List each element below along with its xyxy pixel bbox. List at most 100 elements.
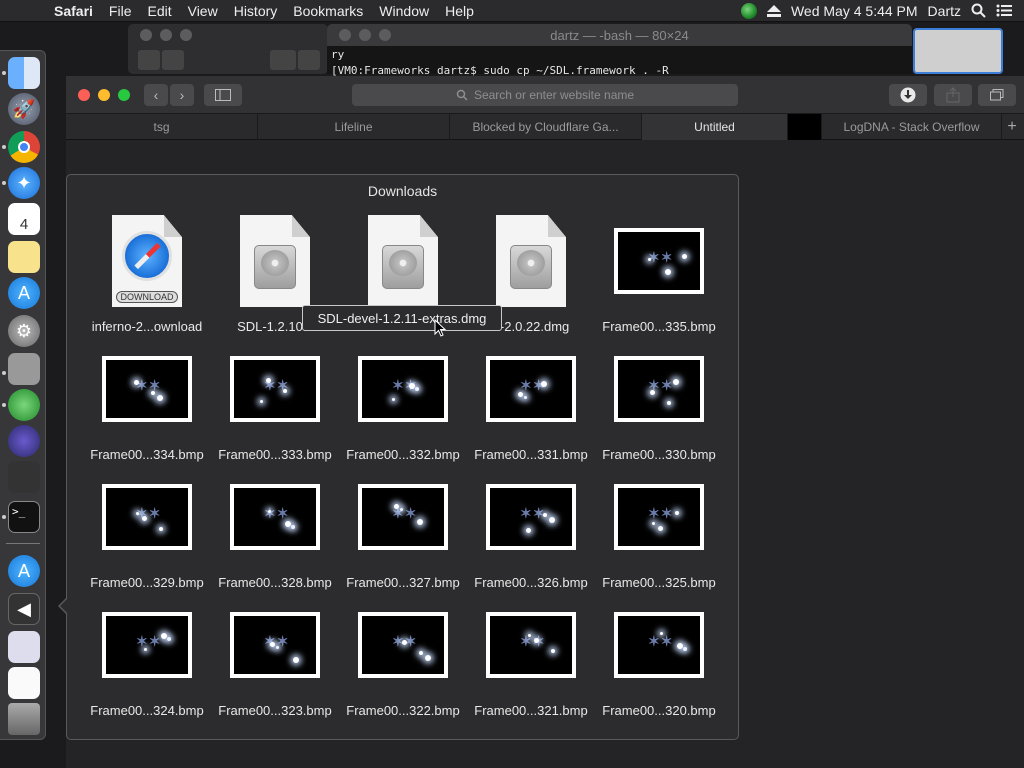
menu-view[interactable]: View	[180, 3, 226, 19]
back-button[interactable]: ‹	[144, 84, 168, 106]
document-icon[interactable]	[8, 667, 40, 699]
menu-history[interactable]: History	[226, 3, 286, 19]
download-item[interactable]: ✶✶ Frame00...327.bmp	[339, 467, 467, 595]
download-item[interactable]: ✶✶ Frame00...321.bmp	[467, 595, 595, 723]
finder-minimize-button[interactable]	[160, 29, 172, 41]
chrome-icon[interactable]	[8, 131, 40, 163]
browser-app-icon[interactable]	[8, 425, 40, 457]
status-app-icon[interactable]	[8, 389, 40, 421]
download-item[interactable]: ✶✶ Frame00...332.bmp	[339, 339, 467, 467]
star-glow	[652, 522, 655, 525]
download-item[interactable]: ✶✶ Frame00...334.bmp	[83, 339, 211, 467]
finder-back-button[interactable]	[138, 50, 160, 70]
thumbnail-canvas: ✶✶	[106, 488, 188, 546]
star-glow	[667, 401, 671, 405]
notification-center-icon[interactable]	[996, 4, 1012, 17]
thumbnail-logo-glyph: ✶✶	[648, 506, 674, 522]
download-item[interactable]: ✶✶ Frame00...331.bmp	[467, 339, 595, 467]
share-icon	[946, 87, 960, 103]
notes-icon[interactable]	[8, 241, 40, 273]
download-item[interactable]: ✶✶ Frame00...324.bmp	[83, 595, 211, 723]
star-glow	[677, 643, 683, 649]
download-item-label: Frame00...329.bmp	[90, 575, 204, 590]
sidebar-button[interactable]	[204, 84, 242, 106]
finder-icon-view-button[interactable]	[270, 50, 296, 70]
launchpad-icon[interactable]: 🚀	[8, 93, 40, 125]
safari-icon[interactable]: ✦	[8, 167, 40, 199]
finder-forward-button[interactable]	[162, 50, 184, 70]
bmp-thumbnail-icon: ✶✶	[486, 595, 576, 695]
user-name[interactable]: Dartz	[928, 3, 961, 19]
tab-tsg[interactable]: tsg	[66, 114, 258, 140]
app-store-icon[interactable]: A	[8, 277, 40, 309]
finder-list-view-button[interactable]	[298, 50, 320, 70]
close-button[interactable]	[78, 89, 90, 101]
thumbnail-canvas: ✶✶	[490, 360, 572, 418]
menu-edit[interactable]: Edit	[139, 3, 179, 19]
tab-cloudflare[interactable]: Blocked by Cloudflare Ga...	[450, 114, 642, 140]
download-item-label: Frame00...324.bmp	[90, 703, 204, 718]
bmp-thumbnail-icon: ✶✶	[230, 339, 320, 439]
terminal-icon[interactable]: >_	[8, 501, 40, 533]
menu-app-name[interactable]: Safari	[46, 3, 101, 19]
image-thumbnail: ✶✶	[230, 612, 320, 678]
star-glow	[144, 648, 147, 651]
tab-logdna[interactable]: LogDNA - Stack Overflow	[822, 114, 1002, 140]
tab-lifeline[interactable]: Lifeline	[258, 114, 450, 140]
trash-icon[interactable]	[8, 703, 40, 735]
download-item[interactable]: ✶✶ Frame00...325.bmp	[595, 467, 723, 595]
spotlight-search-icon[interactable]	[971, 3, 986, 18]
star-glow	[151, 391, 155, 395]
thumbnail-canvas: ✶✶	[234, 488, 316, 546]
download-item[interactable]: ✶✶ Frame00...335.bmp	[595, 211, 723, 339]
star-glow	[683, 647, 687, 651]
disk-utility-icon[interactable]	[8, 353, 40, 385]
app-store-icon-2[interactable]: A	[8, 555, 40, 587]
download-item[interactable]: ✶✶ Frame00...323.bmp	[211, 595, 339, 723]
download-item[interactable]: ✶✶ Frame00...326.bmp	[467, 467, 595, 595]
download-item[interactable]: DOWNLOAD inferno-2...ownload	[83, 211, 211, 339]
download-item[interactable]: ✶✶ Frame00...320.bmp	[595, 595, 723, 723]
address-bar[interactable]: Search or enter website name	[352, 84, 738, 106]
background-finder-window[interactable]	[128, 24, 328, 74]
clock[interactable]: Wed May 4 5:44 PM	[791, 3, 918, 19]
menu-help[interactable]: Help	[437, 3, 482, 19]
finder-zoom-button[interactable]	[180, 29, 192, 41]
eject-icon[interactable]	[766, 4, 781, 17]
back-arrow-icon[interactable]: ◀	[8, 593, 40, 625]
download-item[interactable]: ✶✶ Frame00...333.bmp	[211, 339, 339, 467]
star-glow	[526, 528, 531, 533]
menu-bookmarks[interactable]: Bookmarks	[285, 3, 371, 19]
background-window-thumbnail[interactable]	[913, 28, 1003, 74]
image-thumbnail: ✶✶	[486, 612, 576, 678]
status-app-icon[interactable]	[740, 2, 757, 19]
download-item[interactable]: ✶✶ Frame00...322.bmp	[339, 595, 467, 723]
tab-untitled[interactable]: Untitled	[642, 114, 788, 140]
finder-icon[interactable]	[8, 57, 40, 89]
forward-button[interactable]: ›	[170, 84, 194, 106]
filename-tooltip: SDL-devel-1.2.11-extras.dmg	[302, 305, 502, 331]
bmp-thumbnail-icon: ✶✶	[358, 467, 448, 567]
new-tab-button[interactable]: +	[1000, 114, 1024, 140]
menu-file[interactable]: File	[101, 3, 140, 19]
stage-icon[interactable]	[8, 461, 40, 493]
bmp-thumbnail-icon: ✶✶	[102, 467, 192, 567]
preview-icon[interactable]	[8, 631, 40, 663]
downloads-button[interactable]	[889, 84, 927, 106]
calendar-icon[interactable]: 4	[8, 203, 40, 235]
terminal-window[interactable]: dartz — -bash — 80×24 ry [VM0:Frameworks…	[327, 24, 912, 77]
zoom-button[interactable]	[118, 89, 130, 101]
finder-close-button[interactable]	[140, 29, 152, 41]
tab-overview-button[interactable]	[978, 84, 1016, 106]
system-preferences-icon[interactable]: ⚙	[8, 315, 40, 347]
share-button[interactable]	[934, 84, 972, 106]
download-item[interactable]: ✶✶ Frame00...329.bmp	[83, 467, 211, 595]
download-item[interactable]: ✶✶ Frame00...328.bmp	[211, 467, 339, 595]
thumbnail-canvas: ✶✶	[362, 616, 444, 674]
thumbnail-canvas: ✶✶	[618, 360, 700, 418]
menu-window[interactable]: Window	[371, 3, 437, 19]
star-glow	[650, 390, 655, 395]
minimize-button[interactable]	[98, 89, 110, 101]
download-item[interactable]: ✶✶ Frame00...330.bmp	[595, 339, 723, 467]
star-glow	[682, 254, 687, 259]
